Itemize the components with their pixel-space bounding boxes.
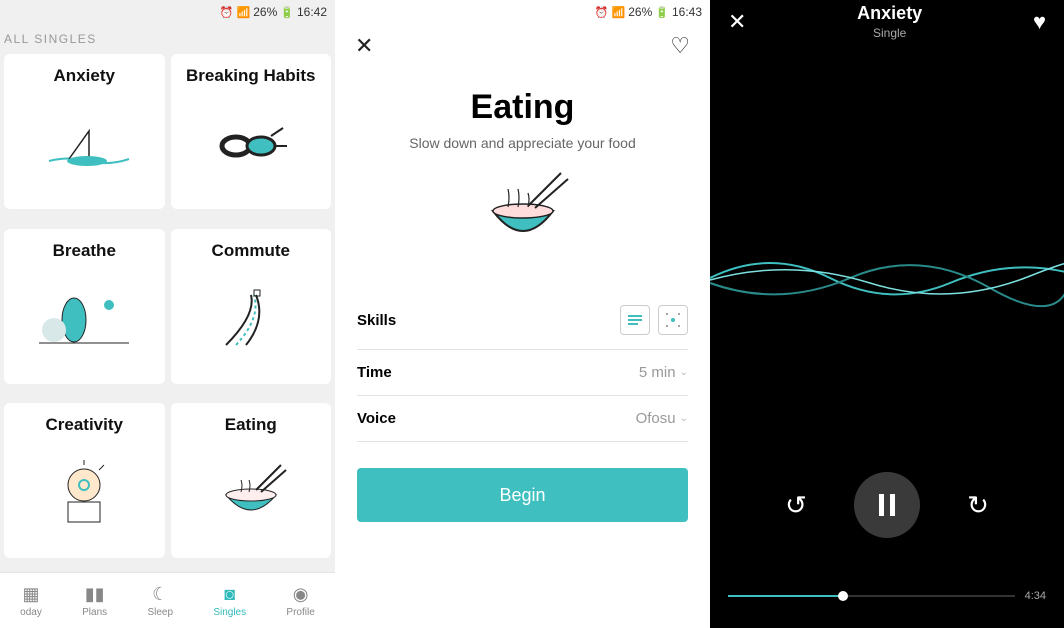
card-anxiety[interactable]: Anxiety	[4, 54, 165, 209]
status-bar: ⏰📶 26%🔋 16:43	[335, 0, 710, 24]
row-label: Voice	[357, 410, 396, 427]
player-title: Anxiety	[857, 3, 922, 24]
rewind-button[interactable]: ↺	[778, 487, 814, 523]
singles-icon: ◙	[224, 584, 235, 605]
card-creativity[interactable]: Creativity	[4, 403, 165, 558]
card-title: Eating	[225, 415, 277, 435]
calendar-icon: ▦	[22, 584, 39, 605]
chevron-down-icon: ⌄	[680, 367, 688, 378]
skills-icons	[620, 305, 688, 335]
card-eating[interactable]: Eating	[171, 403, 332, 558]
card-title: Breathe	[53, 241, 116, 261]
card-title: Anxiety	[54, 66, 115, 86]
card-title: Breaking Habits	[186, 66, 315, 86]
eating-illustration	[473, 171, 573, 251]
close-button[interactable]: ✕	[728, 9, 746, 35]
close-button[interactable]: ✕	[355, 33, 373, 59]
card-title: Commute	[212, 241, 290, 261]
card-breaking-habits[interactable]: Breaking Habits	[171, 54, 332, 209]
bottom-nav: ▦oday ▮▮Plans ☾Sleep ◙Singles ◉Profile	[0, 572, 335, 628]
row-skills[interactable]: Skills	[357, 291, 688, 350]
begin-button[interactable]: Begin	[357, 468, 688, 522]
card-breathe[interactable]: Breathe	[4, 229, 165, 384]
card-title: Creativity	[46, 415, 123, 435]
plant-icon	[12, 269, 157, 372]
road-icon	[179, 269, 324, 372]
nav-plans[interactable]: ▮▮Plans	[82, 584, 107, 618]
status-bar: ⏰📶 26%🔋 16:42	[0, 0, 335, 24]
moon-icon: ☾	[152, 584, 168, 605]
bowl-icon	[179, 443, 324, 546]
row-voice[interactable]: Voice Ofosu⌄	[357, 396, 688, 442]
session-subtitle: Slow down and appreciate your food	[365, 135, 680, 151]
session-title: Eating	[365, 88, 680, 127]
profile-icon: ◉	[293, 584, 309, 605]
card-commute[interactable]: Commute	[171, 229, 332, 384]
chevron-down-icon: ⌄	[680, 413, 688, 424]
row-label: Skills	[357, 312, 396, 329]
pause-button[interactable]	[854, 472, 920, 538]
nav-sleep[interactable]: ☾Sleep	[147, 584, 173, 618]
nav-singles[interactable]: ◙Singles	[213, 584, 246, 618]
nav-profile[interactable]: ◉Profile	[286, 584, 314, 618]
total-time: 4:34	[1025, 590, 1046, 602]
singles-grid: Anxiety Breaking Habits Breathe Commute …	[0, 54, 335, 572]
progress-handle[interactable]	[838, 591, 848, 601]
player-subtitle: Single	[873, 26, 906, 40]
plans-icon: ▮▮	[85, 584, 105, 605]
chain-icon	[179, 94, 324, 197]
row-time[interactable]: Time 5 min⌄	[357, 350, 688, 396]
section-header: ALL SINGLES	[0, 24, 335, 54]
nav-today[interactable]: ▦oday	[20, 584, 42, 618]
favorite-button[interactable]: ♡	[670, 33, 690, 59]
forward-button[interactable]: ↻	[960, 487, 996, 523]
lightbulb-icon	[12, 443, 157, 546]
progress-track[interactable]: 4:34	[728, 590, 1046, 602]
row-label: Time	[357, 364, 392, 381]
favorite-button[interactable]: ♥	[1033, 9, 1046, 35]
anxiety-icon	[12, 94, 157, 197]
wave-visualization	[710, 238, 1064, 318]
